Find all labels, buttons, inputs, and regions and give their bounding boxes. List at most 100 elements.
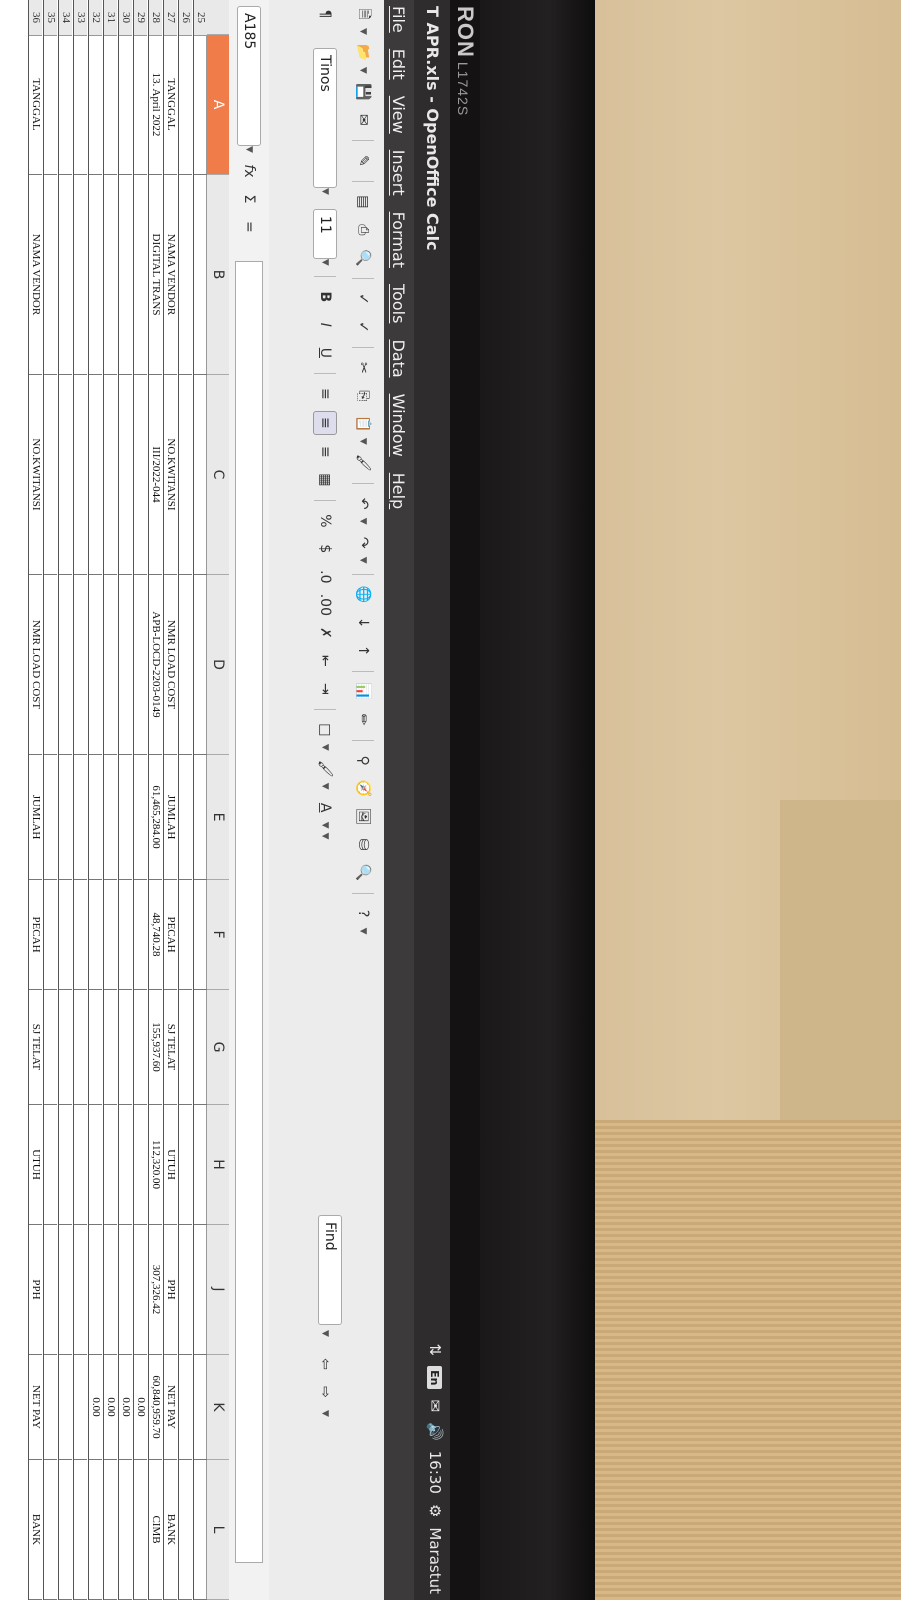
table-cell[interactable]: [89, 990, 102, 1105]
table-cell[interactable]: UTUH: [29, 1105, 42, 1225]
table-cell[interactable]: [44, 35, 57, 175]
gallery-icon[interactable]: 🖼: [352, 806, 374, 828]
column-header-k[interactable]: K: [207, 1355, 229, 1460]
table-cell[interactable]: [194, 755, 207, 880]
table-cell[interactable]: [134, 175, 147, 375]
font-color-icon[interactable]: A: [314, 797, 336, 819]
percent-format-icon[interactable]: %: [314, 510, 336, 532]
table-cell[interactable]: [194, 1355, 207, 1460]
redo-icon[interactable]: ↷: [352, 532, 374, 554]
add-decimal-icon[interactable]: .0: [314, 566, 336, 588]
table-cell[interactable]: TANGGAL: [164, 35, 177, 175]
table-cell[interactable]: [44, 990, 57, 1105]
row-header[interactable]: 33: [74, 0, 87, 36]
table-cell[interactable]: TANGGAL: [29, 35, 42, 175]
table-cell[interactable]: [134, 35, 147, 175]
table-cell[interactable]: [119, 1460, 132, 1600]
table-cell[interactable]: [179, 1105, 192, 1225]
table-cell[interactable]: [89, 1460, 102, 1600]
table-cell[interactable]: [59, 990, 72, 1105]
table-cell[interactable]: [134, 1225, 147, 1355]
column-header-b[interactable]: B: [207, 175, 229, 375]
table-cell[interactable]: [179, 375, 192, 575]
sort-descending-icon[interactable]: ↑: [352, 640, 374, 662]
table-cell[interactable]: [194, 1460, 207, 1600]
table-cell[interactable]: [74, 35, 87, 175]
table-cell[interactable]: [74, 1105, 87, 1225]
table-cell[interactable]: [179, 880, 192, 990]
table-cell[interactable]: [74, 990, 87, 1105]
find-dropdown-arrow[interactable]: ▼: [320, 1330, 330, 1337]
clone-formatting-icon[interactable]: 🖌: [352, 452, 374, 474]
sum-icon[interactable]: Σ: [238, 188, 260, 210]
table-cell[interactable]: [59, 1225, 72, 1355]
table-cell[interactable]: [179, 1355, 192, 1460]
copy-icon[interactable]: ⎘: [352, 385, 374, 407]
table-cell[interactable]: SJ TELAT: [164, 990, 177, 1105]
table-cell[interactable]: 0.00: [134, 1355, 147, 1460]
menu-file[interactable]: File: [390, 6, 409, 33]
menu-tools[interactable]: Tools: [390, 284, 409, 323]
table-cell[interactable]: [44, 1355, 57, 1460]
table-cell[interactable]: NMR LOAD COST: [29, 575, 42, 755]
table-cell[interactable]: [104, 175, 117, 375]
table-cell[interactable]: 155,937.60: [149, 990, 162, 1105]
table-cell[interactable]: [74, 880, 87, 990]
table-cell[interactable]: [119, 1225, 132, 1355]
column-header-l[interactable]: L: [207, 1460, 229, 1600]
table-cell[interactable]: [44, 175, 57, 375]
undo-icon[interactable]: ↶: [352, 493, 374, 515]
font-size-dropdown-arrow[interactable]: ▼: [320, 259, 330, 266]
table-cell[interactable]: [194, 1105, 207, 1225]
table-cell[interactable]: [89, 1225, 102, 1355]
table-cell[interactable]: [59, 1460, 72, 1600]
table-cell[interactable]: 13. April 2022: [149, 35, 162, 175]
table-cell[interactable]: PPH: [164, 1225, 177, 1355]
table-cell[interactable]: [179, 1460, 192, 1600]
find-next-icon[interactable]: ⇨: [314, 1381, 336, 1403]
table-cell[interactable]: [104, 35, 117, 175]
table-cell[interactable]: CIMB: [149, 1460, 162, 1600]
autospellcheck-icon[interactable]: ✓: [352, 316, 374, 338]
row-header[interactable]: 28: [149, 0, 162, 36]
table-cell[interactable]: [104, 575, 117, 755]
table-cell[interactable]: [194, 880, 207, 990]
formula-input[interactable]: [235, 260, 263, 1563]
table-cell[interactable]: [194, 35, 207, 175]
table-cell[interactable]: [179, 755, 192, 880]
table-cell[interactable]: [104, 1225, 117, 1355]
table-cell[interactable]: NET PAY: [164, 1355, 177, 1460]
table-cell[interactable]: PECAH: [164, 880, 177, 990]
help-icon[interactable]: ?: [352, 903, 374, 925]
name-box-dropdown-arrow[interactable]: ▼: [244, 146, 254, 153]
table-cell[interactable]: [194, 990, 207, 1105]
table-cell[interactable]: NET PAY: [29, 1355, 42, 1460]
redo-dropdown-arrow[interactable]: ▼: [358, 557, 368, 564]
spellcheck-icon[interactable]: ✓: [352, 288, 374, 310]
table-cell[interactable]: [44, 1105, 57, 1225]
table-cell[interactable]: [89, 880, 102, 990]
column-header-c[interactable]: C: [207, 375, 229, 575]
borders-dropdown-arrow[interactable]: ▼: [320, 744, 330, 751]
table-cell[interactable]: [194, 1225, 207, 1355]
table-cell[interactable]: [134, 575, 147, 755]
table-cell[interactable]: [89, 35, 102, 175]
table-cell[interactable]: [119, 575, 132, 755]
row-header[interactable]: 30: [119, 0, 132, 36]
row-header[interactable]: 25: [194, 0, 207, 36]
table-cell[interactable]: APB-LOCD-2203-0149: [149, 575, 162, 755]
table-cell[interactable]: [59, 175, 72, 375]
print-icon[interactable]: ⎙: [352, 219, 374, 241]
merge-cells-icon[interactable]: ▦: [314, 469, 336, 491]
table-cell[interactable]: [74, 375, 87, 575]
align-right-icon[interactable]: ≡: [314, 441, 336, 463]
table-cell[interactable]: [89, 1105, 102, 1225]
decrease-indent-icon[interactable]: ⇤: [314, 650, 336, 672]
find-previous-icon[interactable]: ⇦: [314, 1353, 336, 1375]
table-cell[interactable]: [44, 575, 57, 755]
table-cell[interactable]: [104, 1460, 117, 1600]
table-cell[interactable]: [59, 880, 72, 990]
mail-icon[interactable]: ✉: [426, 1399, 444, 1412]
font-name-dropdown-arrow[interactable]: ▼: [320, 188, 330, 195]
undo-dropdown-arrow[interactable]: ▼: [358, 518, 368, 525]
